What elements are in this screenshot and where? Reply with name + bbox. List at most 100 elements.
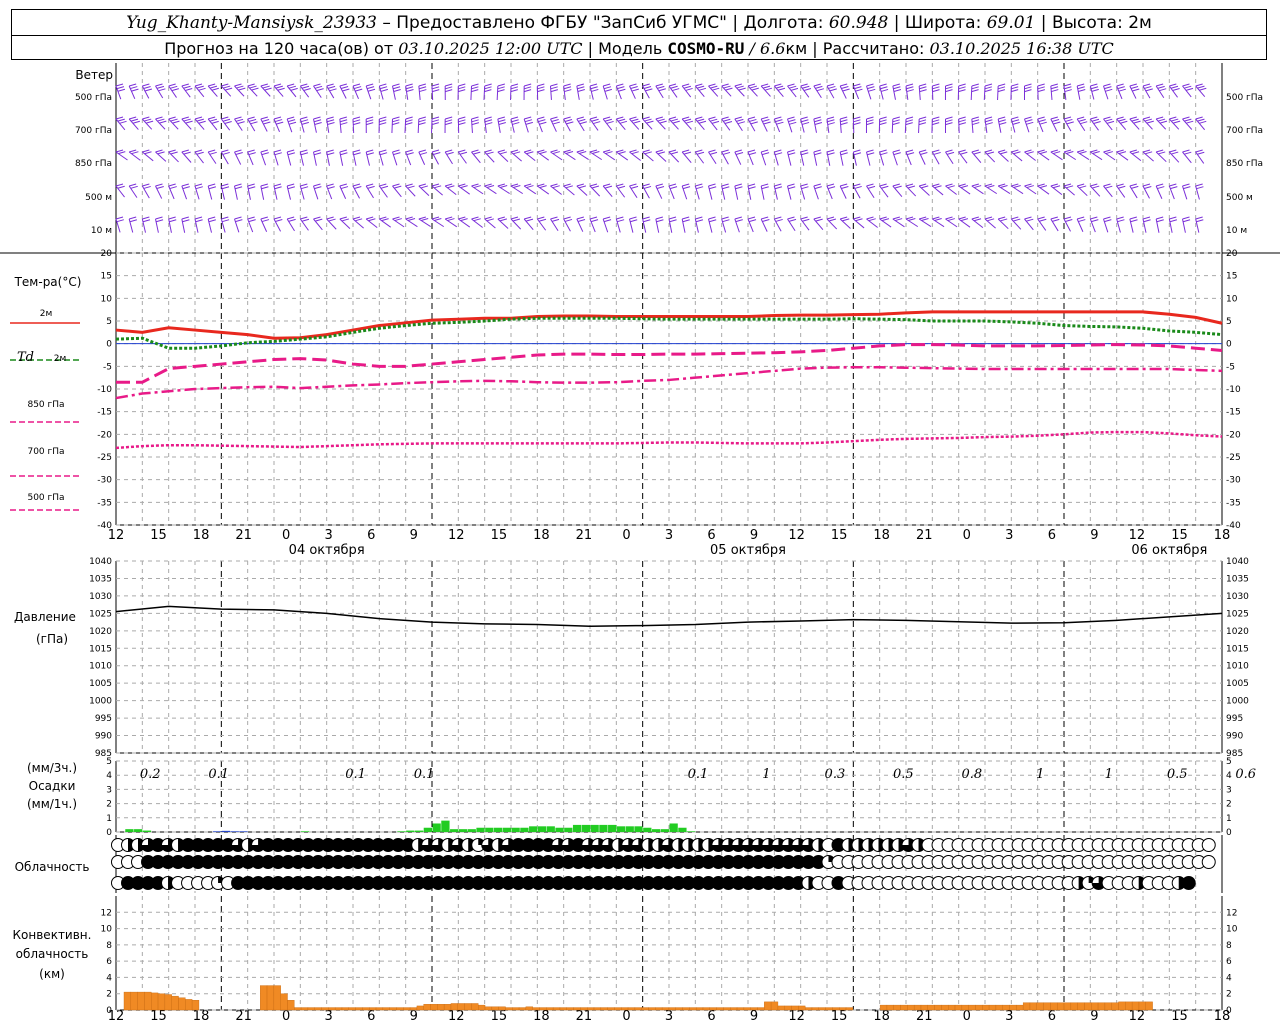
convective-bar — [341, 1007, 349, 1011]
convective-bar — [730, 1007, 738, 1011]
wind-barb-flag — [918, 119, 927, 123]
wind-barb-flag — [208, 116, 216, 120]
wind-barb-flag — [273, 216, 282, 220]
wind-barb-flag — [879, 122, 887, 126]
wind-barb-flag — [606, 120, 614, 124]
wind-barb-flag — [813, 116, 821, 120]
convective-bar — [178, 997, 186, 1011]
wind-barb-flag — [263, 121, 271, 125]
convective-bar — [702, 1007, 711, 1011]
wind-barb-flag — [512, 121, 520, 125]
wind-barb-flag — [853, 83, 861, 87]
wind-barb-flag — [339, 116, 347, 120]
wind-barb-flag — [591, 118, 599, 122]
precip-bar — [687, 831, 696, 832]
wind-barb-flag — [826, 183, 835, 187]
conv-tick: 2 — [106, 990, 112, 1000]
wind-barb-flag — [1169, 219, 1178, 223]
wind-barb-flag — [800, 183, 808, 187]
convective-bar — [641, 1007, 649, 1011]
wind-barb-flag — [314, 121, 322, 125]
convective-bar — [927, 1004, 935, 1011]
wind-barb-flag — [274, 186, 282, 190]
wind-barb — [1024, 185, 1037, 195]
wind-barb-flag — [815, 85, 823, 89]
wind-barb-flag — [589, 116, 598, 120]
wind-barb-flag — [129, 183, 137, 187]
wind-barb-flag — [879, 119, 887, 123]
wind-barb-flag — [340, 122, 348, 126]
wind-barb-flag — [1050, 149, 1058, 153]
wind-barb-flag — [880, 152, 888, 156]
wind-barb — [589, 151, 603, 161]
wind-barb-flag — [1105, 185, 1113, 189]
wind-barb-flag — [537, 83, 545, 87]
wind-barb-flag — [1037, 216, 1045, 220]
wind-barb-flag — [947, 218, 955, 222]
wind-barb-flag — [841, 186, 849, 190]
convective-bar — [627, 1007, 636, 1011]
convective-bar — [164, 994, 172, 1011]
wind-barb-flag — [603, 216, 611, 220]
wind-barb-flag — [893, 89, 902, 92]
wind-barb-flag — [208, 183, 216, 187]
temp-tick: -40 — [97, 521, 112, 531]
conv-tick: 12 — [101, 908, 112, 918]
wind-barb-flag — [814, 119, 822, 123]
wind-barb-flag — [591, 185, 600, 189]
x-tick-label-bottom: 3 — [1005, 1009, 1013, 1024]
wind-barb-flag — [274, 119, 283, 123]
wind-barb-flag — [695, 186, 704, 190]
wind-barb-flag — [1171, 118, 1179, 122]
wind-barb-flag — [958, 183, 966, 187]
wind-barb-flag — [748, 186, 756, 190]
wind-barb-flag — [183, 151, 191, 155]
pressure-tick-right: 995 — [1226, 714, 1243, 724]
x-tick-label-bottom: 9 — [1090, 1009, 1098, 1024]
wind-barb-flag — [260, 83, 268, 87]
wind-barb-flag — [1077, 86, 1085, 90]
convective-bar — [314, 1007, 322, 1011]
wind-barb-flag — [734, 216, 742, 220]
wind-barb-flag — [537, 149, 545, 153]
wind-barb-flag — [672, 88, 680, 92]
wind-barb-flag — [354, 218, 363, 222]
wind-barb-flag — [711, 120, 720, 124]
convective-bar — [1145, 1001, 1153, 1011]
x-tick-label: 18 — [873, 528, 890, 543]
wind-barb-flag — [1116, 183, 1124, 187]
convective-bar — [907, 1004, 915, 1011]
wind-barb-flag — [1197, 151, 1205, 155]
wind-barb-flag — [221, 216, 229, 220]
wind-barb-flag — [736, 85, 744, 89]
wind-barb-flag — [589, 83, 598, 87]
convective-bar — [403, 1007, 411, 1011]
wind-level-label-right: 700 гПа — [1226, 126, 1263, 136]
wind-barb-flag — [790, 87, 799, 91]
wind-barb-flag — [1182, 219, 1191, 223]
wind-barb-flag — [194, 216, 203, 220]
wind-barb-flag — [708, 183, 716, 187]
wind-barb-flag — [971, 149, 979, 153]
wind-level-label: 850 гПа — [75, 159, 112, 169]
wind-barb-flag — [486, 218, 494, 222]
wind-barb-flag — [736, 118, 744, 122]
wind-barb-flag — [1038, 119, 1046, 123]
temp-tick-right: 0 — [1226, 340, 1232, 350]
convective-bar — [1111, 1002, 1119, 1011]
wind-barb-flag — [642, 183, 650, 187]
precip-amount-label: 0.1 — [345, 767, 366, 782]
wind-barb-flag — [971, 83, 979, 87]
wind-barb-flag — [405, 86, 414, 90]
wind-barb-flag — [958, 119, 966, 123]
wind-barb-flag — [618, 151, 626, 155]
wind-barb-flag — [484, 149, 492, 153]
wind-barb-flag — [418, 149, 426, 153]
wind-barb-flag — [984, 83, 993, 87]
wind-barb-flag — [234, 216, 242, 220]
wind-barb-flag — [668, 83, 677, 87]
convective-bar — [471, 1003, 479, 1011]
precip-bar — [608, 824, 617, 832]
wind-barb-flag — [458, 149, 466, 153]
wind-barb-flag — [1182, 183, 1190, 187]
